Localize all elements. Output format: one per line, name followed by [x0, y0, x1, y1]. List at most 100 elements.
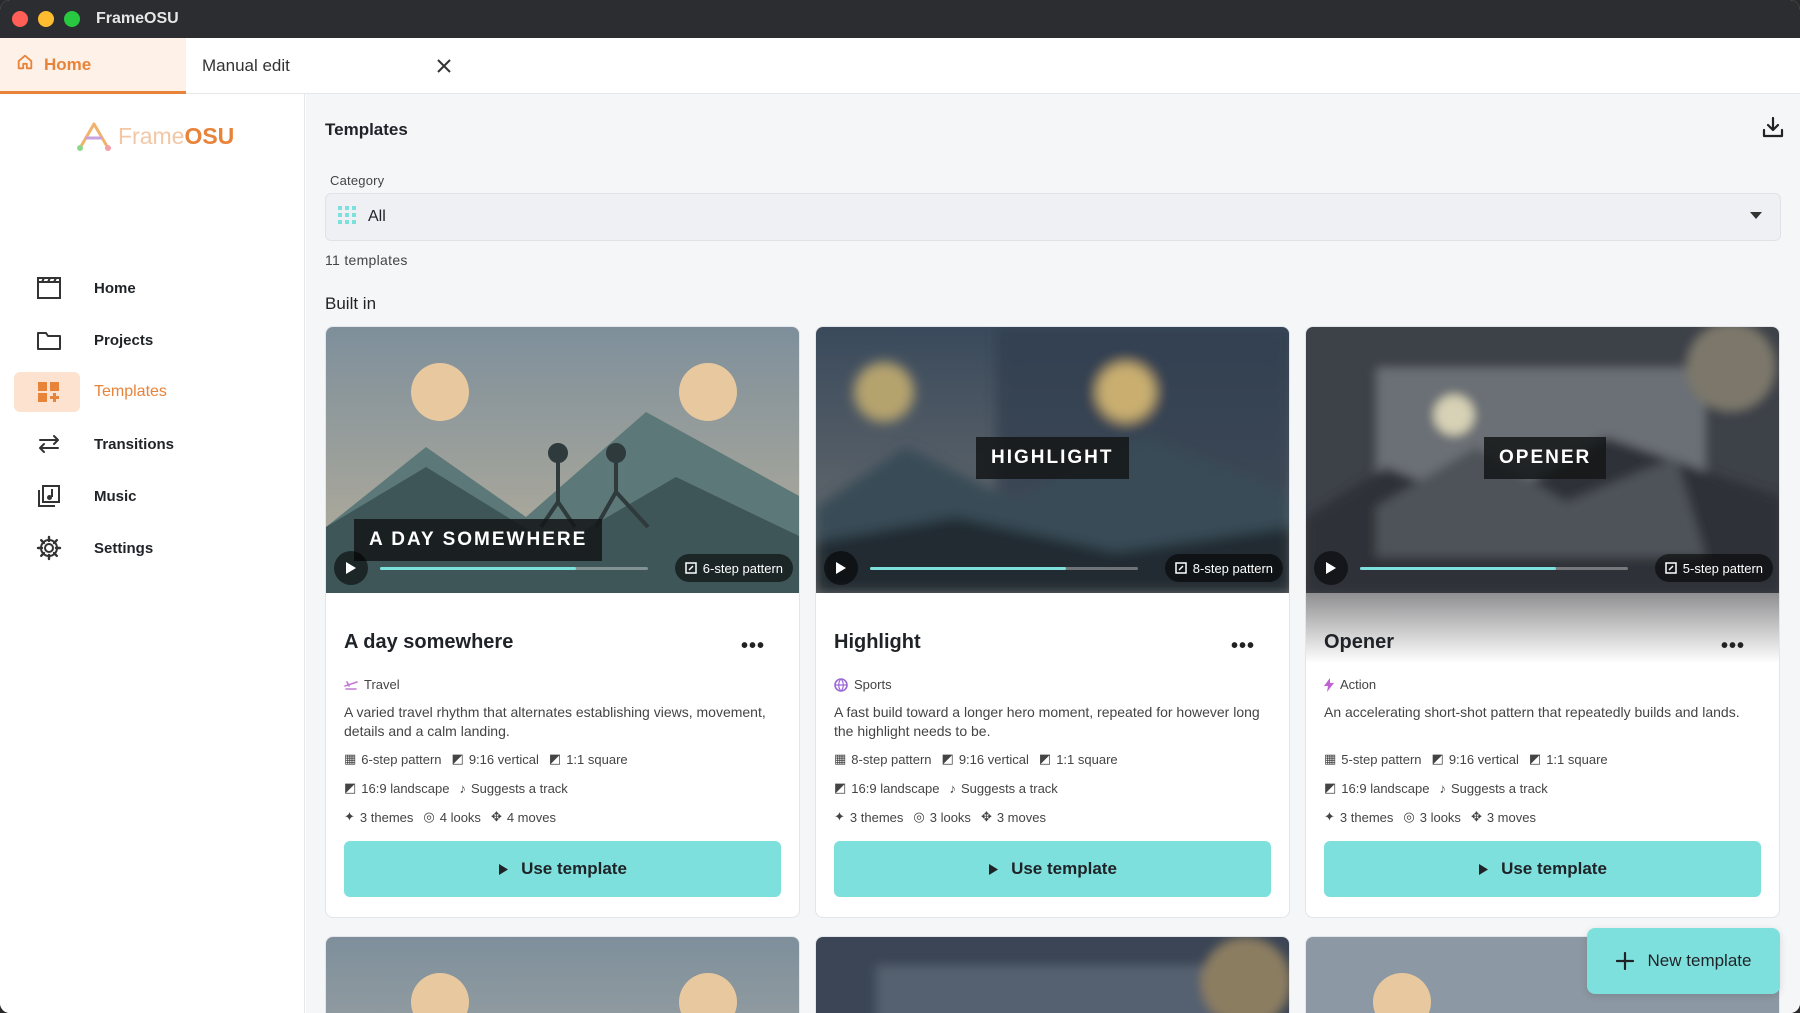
- meta-square: ◩ 1:1 square: [1529, 751, 1608, 767]
- meta-vertical-label: 9:16 vertical: [958, 751, 1029, 767]
- section-heading: Built in: [325, 294, 377, 313]
- play-icon[interactable]: [1314, 551, 1348, 585]
- move-icon: ✥: [980, 809, 992, 824]
- category-select-value: All: [368, 208, 386, 225]
- pattern-badge: 5-step pattern: [1654, 554, 1773, 582]
- meta-track-label: Suggests a track: [960, 780, 1058, 796]
- pattern-icon: [1665, 562, 1677, 574]
- meta-landscape-label: 16:9 landscape: [361, 780, 450, 796]
- preview-progress-bar[interactable]: [870, 566, 1138, 570]
- template-category: Travel: [344, 677, 400, 692]
- meta-looks: ◎ 3 looks: [913, 809, 971, 825]
- pattern-badge: 8-step pattern: [1164, 554, 1283, 582]
- sidebar-item-projects[interactable]: Projects: [14, 320, 294, 360]
- meta-square-label: 1:1 square: [1546, 751, 1608, 767]
- move-icon: ✥: [490, 809, 502, 824]
- meta-landscape-label: 16:9 landscape: [1341, 780, 1430, 796]
- template-description: A varied travel rhythm that alternates e…: [344, 704, 766, 739]
- more-options-icon[interactable]: •••: [1721, 635, 1745, 658]
- template-meta-row: ✦ 3 themes ◎ 4 looks ✥ 4 moves: [344, 809, 556, 825]
- preview-progress-bar[interactable]: [1360, 566, 1628, 570]
- templates-icon: [14, 372, 80, 412]
- pattern-badge-label: 5-step pattern: [1682, 560, 1763, 576]
- window-title: FrameOSU: [96, 10, 179, 27]
- sidebar-item-music[interactable]: Music: [14, 476, 294, 516]
- sidebar-item-label: Projects: [94, 331, 154, 349]
- category-select[interactable]: All: [325, 193, 1781, 241]
- meta-moves-label: 3 moves: [1486, 809, 1536, 825]
- meta-moves-label: 3 moves: [996, 809, 1046, 825]
- ball-icon: [834, 677, 848, 692]
- sidebar-item-transitions[interactable]: Transitions: [14, 424, 294, 464]
- meta-square: ◩ 1:1 square: [549, 751, 628, 767]
- music-note-icon: ♪: [1439, 780, 1446, 796]
- template-card[interactable]: [325, 936, 800, 1013]
- template-preview[interactable]: A DAY SOMEWHERE 6-step pattern: [326, 327, 799, 593]
- meta-vertical: ◩ 9:16 vertical: [452, 751, 539, 767]
- preview-progress-fill: [1360, 566, 1556, 570]
- close-window-button[interactable]: [12, 11, 28, 27]
- template-meta-row: ◩ 16:9 landscape ♪ Suggests a track: [344, 780, 568, 796]
- meta-track: ♪ Suggests a track: [1439, 781, 1547, 796]
- template-category: Sports: [834, 677, 892, 692]
- meta-looks-label: 4 looks: [439, 809, 481, 825]
- music-note-icon: ♪: [459, 780, 466, 796]
- template-card: A DAY SOMEWHERE 6-step pattern A day som…: [325, 326, 800, 918]
- aspect-icon: ◩: [941, 751, 954, 766]
- preview-title: HIGHLIGHT: [976, 437, 1129, 479]
- meta-track: ♪ Suggests a track: [949, 781, 1057, 796]
- use-template-label: Use template: [1011, 859, 1117, 878]
- meta-pattern: ▦ 8-step pattern: [834, 751, 932, 767]
- meta-square: ◩ 1:1 square: [1039, 751, 1118, 767]
- template-card: OPENER 5-step pattern Opener ••• Action …: [1305, 326, 1780, 918]
- sparkle-icon: ✦: [1324, 809, 1335, 824]
- meta-landscape: ◩ 16:9 landscape: [1324, 780, 1429, 796]
- meta-square-label: 1:1 square: [566, 751, 628, 767]
- template-preview[interactable]: HIGHLIGHT 8-step pattern: [816, 327, 1289, 593]
- template-category-label: Travel: [364, 677, 400, 692]
- home-icon: [16, 53, 34, 76]
- pattern-badge: 6-step pattern: [674, 554, 793, 582]
- tab-home[interactable]: Home: [0, 38, 186, 94]
- template-meta-row: ◩ 16:9 landscape ♪ Suggests a track: [834, 780, 1058, 796]
- meta-vertical: ◩ 9:16 vertical: [942, 751, 1029, 767]
- close-icon[interactable]: [432, 53, 456, 79]
- sidebar-item-settings[interactable]: Settings: [14, 528, 294, 568]
- minimize-window-button[interactable]: [38, 11, 54, 27]
- meta-themes-label: 3 themes: [1339, 809, 1394, 825]
- sidebar-item-home[interactable]: Home: [14, 268, 294, 308]
- new-template-label: New template: [1647, 951, 1752, 970]
- palette-icon: ◎: [913, 809, 925, 824]
- meta-looks-label: 3 looks: [1419, 809, 1461, 825]
- more-options-icon[interactable]: •••: [741, 635, 765, 658]
- meta-moves: ✥ 3 moves: [981, 809, 1046, 825]
- sidebar-item-templates[interactable]: Templates: [14, 372, 294, 412]
- more-options-icon[interactable]: •••: [1231, 635, 1255, 658]
- page-title: Templates: [325, 120, 408, 139]
- use-template-button[interactable]: Use template: [1324, 841, 1761, 897]
- new-template-button[interactable]: New template: [1587, 928, 1780, 994]
- grid-icon: [338, 205, 356, 229]
- aspect-icon: ◩: [344, 780, 357, 795]
- meta-looks: ◎ 4 looks: [423, 809, 481, 825]
- play-icon: [1479, 863, 1489, 875]
- meta-moves-label: 4 moves: [506, 809, 556, 825]
- template-preview[interactable]: OPENER 5-step pattern: [1306, 327, 1779, 593]
- use-template-button[interactable]: Use template: [344, 841, 781, 897]
- pattern-badge-label: 8-step pattern: [1192, 560, 1273, 576]
- meta-looks: ◎ 3 looks: [1403, 809, 1461, 825]
- sidebar-item-label: Templates: [94, 383, 167, 400]
- template-card[interactable]: [815, 936, 1290, 1013]
- play-icon[interactable]: [824, 551, 858, 585]
- preview-progress-bar[interactable]: [380, 566, 648, 570]
- sidebar: FrameOSU Home Projects Templates Transit…: [0, 94, 305, 1013]
- window-controls: [12, 11, 80, 27]
- play-icon[interactable]: [334, 551, 368, 585]
- maximize-window-button[interactable]: [64, 11, 80, 27]
- download-icon[interactable]: [1762, 116, 1784, 143]
- template-name: Highlight: [834, 631, 921, 653]
- use-template-button[interactable]: Use template: [834, 841, 1271, 897]
- template-name: Opener: [1324, 631, 1395, 653]
- tab-manual-edit[interactable]: Manual edit: [186, 38, 466, 94]
- meta-pattern: ▦ 5-step pattern: [1324, 751, 1422, 767]
